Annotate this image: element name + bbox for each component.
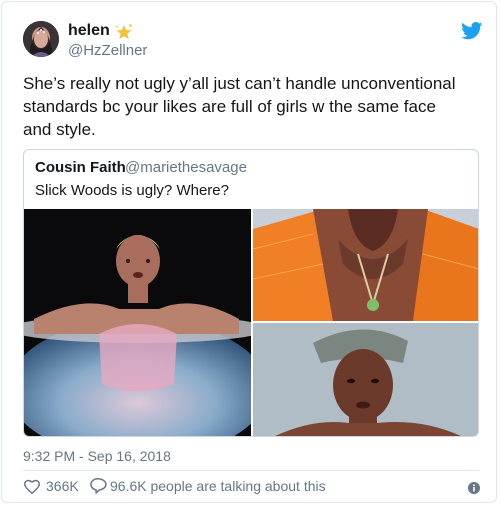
quoted-photo-pool[interactable] [24, 209, 251, 436]
embedded-tweet-card: helen @HzZellner She’s really not ugly y… [1, 1, 497, 503]
twitter-bird-icon[interactable] [461, 22, 483, 40]
quoted-tweet[interactable]: Cousin Faith @mariethesavage Slick Woods… [23, 149, 479, 437]
heart-icon[interactable] [23, 478, 41, 495]
display-name[interactable]: helen [68, 22, 110, 40]
quoted-photo-orange-jacket[interactable] [253, 209, 478, 321]
quoted-display-name[interactable]: Cousin Faith [35, 159, 126, 176]
star-emoji [114, 22, 134, 42]
user-handle[interactable]: @HzZellner [68, 42, 147, 59]
quoted-user-handle[interactable]: @mariethesavage [125, 159, 247, 176]
avatar[interactable] [23, 21, 59, 57]
quoted-tweet-text: Slick Woods is ugly? Where? [35, 182, 229, 199]
quoted-photo-portrait[interactable] [253, 323, 478, 436]
tweet-text: She’s really not ugly y’all just can’t h… [23, 74, 456, 139]
divider [23, 470, 479, 471]
like-count[interactable]: 366K [46, 478, 79, 494]
info-icon[interactable] [468, 481, 480, 494]
conversation-count[interactable]: 96.6K people are talking about this [110, 478, 326, 494]
reply-bubble-icon[interactable] [89, 477, 107, 494]
tweet-timestamp[interactable]: 9:32 PM - Sep 16, 2018 [23, 448, 171, 464]
